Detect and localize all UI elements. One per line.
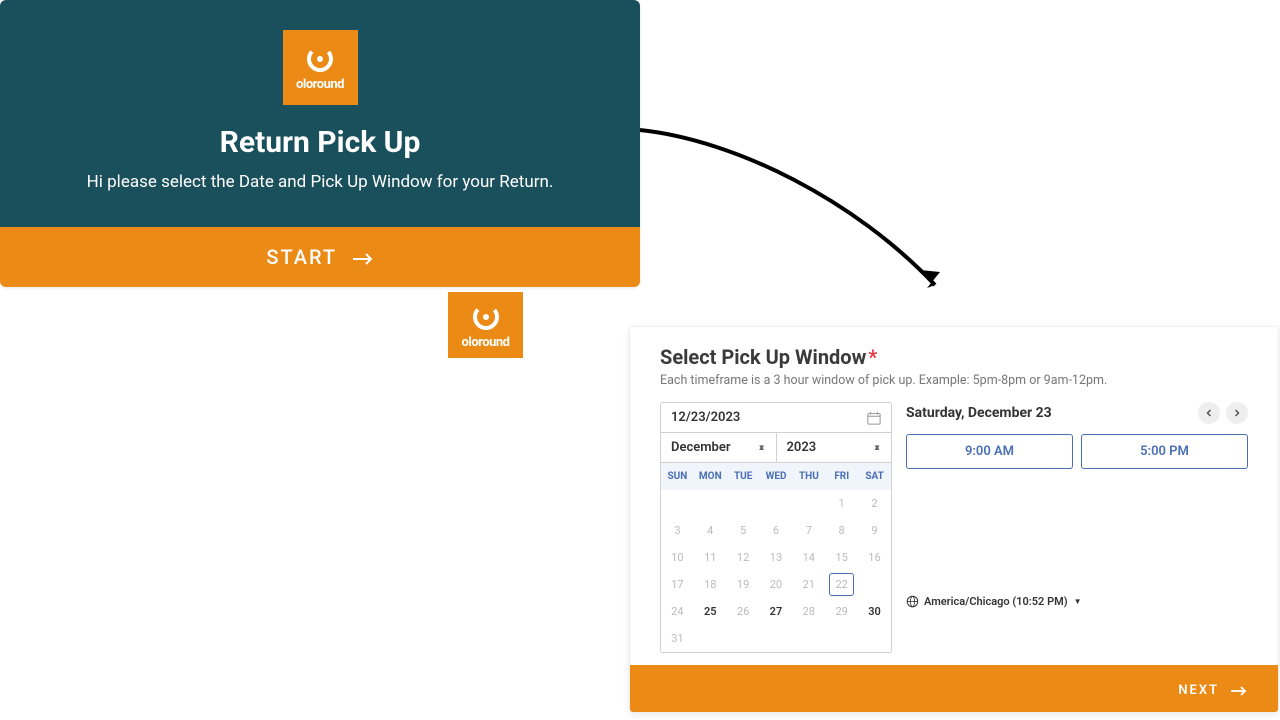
day-cell[interactable]: 12 (727, 544, 760, 571)
days-grid: 1234567891011121314151617181920212223242… (661, 490, 891, 652)
arrow-right-icon (1230, 685, 1248, 697)
day-cell[interactable]: 22 (825, 571, 858, 598)
month-year-row: December ▲▼ 2023 ▲▼ (661, 433, 891, 463)
start-label: START (266, 245, 336, 269)
dow-cell: WED (760, 463, 793, 490)
day-cell[interactable]: 10 (661, 544, 694, 571)
day-cell[interactable]: 28 (792, 598, 825, 625)
day-cell[interactable]: 25 (694, 598, 727, 625)
picker-title: Select Pick Up Window* (660, 345, 1248, 369)
day-cell[interactable]: 27 (760, 598, 793, 625)
caret-down-icon: ▼ (1074, 597, 1082, 606)
chevron-right-icon (1233, 409, 1241, 417)
calendar-icon (867, 411, 881, 425)
day-cell[interactable]: 20 (760, 571, 793, 598)
time-column: Saturday, December 23 9:00 AM5:00 PM (906, 402, 1248, 653)
picker-row: 12/23/2023 December ▲▼ 2023 (660, 402, 1248, 653)
date-value: 12/23/2023 (671, 410, 740, 425)
day-cell[interactable]: 7 (792, 517, 825, 544)
globe-icon (906, 595, 919, 608)
day-cell (825, 625, 858, 652)
day-cell[interactable]: 15 (825, 544, 858, 571)
day-cell (792, 625, 825, 652)
arrow-right-icon (352, 252, 374, 266)
selected-date-label: Saturday, December 23 (906, 405, 1052, 421)
day-cell[interactable]: 13 (760, 544, 793, 571)
month-select[interactable]: December ▲▼ (661, 433, 777, 462)
brand-logo-small: oloround (448, 292, 523, 358)
dow-cell: SAT (858, 463, 891, 490)
dow-cell: MON (694, 463, 727, 490)
day-cell[interactable]: 21 (792, 571, 825, 598)
year-select[interactable]: 2023 ▲▼ (777, 433, 892, 462)
day-of-week-header: SUNMONTUEWEDTHUFRISAT (661, 463, 891, 490)
intro-header: oloround Return Pick Up Hi please select… (0, 0, 640, 227)
intro-subtitle: Hi please select the Date and Pick Up Wi… (40, 172, 600, 192)
day-cell[interactable]: 18 (694, 571, 727, 598)
day-cell[interactable]: 30 (858, 598, 891, 625)
day-cell[interactable]: 23 (858, 571, 891, 598)
date-nav (1198, 402, 1248, 424)
chevron-left-icon (1205, 409, 1213, 417)
time-slot[interactable]: 5:00 PM (1081, 434, 1248, 469)
dow-cell: FRI (825, 463, 858, 490)
day-cell (727, 625, 760, 652)
calendar: 12/23/2023 December ▲▼ 2023 (660, 402, 892, 653)
intro-card: oloround Return Pick Up Hi please select… (0, 0, 640, 287)
day-cell[interactable]: 8 (825, 517, 858, 544)
day-cell[interactable]: 16 (858, 544, 891, 571)
oloround-icon (304, 43, 336, 75)
picker-body: Select Pick Up Window* Each timeframe is… (630, 327, 1278, 665)
day-cell[interactable]: 4 (694, 517, 727, 544)
day-cell[interactable]: 2 (858, 490, 891, 517)
day-cell[interactable]: 14 (792, 544, 825, 571)
day-cell[interactable]: 3 (661, 517, 694, 544)
dow-cell: SUN (661, 463, 694, 490)
day-cell (694, 490, 727, 517)
day-cell[interactable]: 31 (661, 625, 694, 652)
day-cell[interactable]: 17 (661, 571, 694, 598)
time-header: Saturday, December 23 (906, 402, 1248, 424)
dow-cell: THU (792, 463, 825, 490)
day-cell[interactable]: 1 (825, 490, 858, 517)
day-cell (727, 490, 760, 517)
day-cell (792, 490, 825, 517)
day-cell (858, 625, 891, 652)
day-cell (760, 490, 793, 517)
day-cell[interactable]: 26 (727, 598, 760, 625)
day-cell[interactable]: 19 (727, 571, 760, 598)
time-slot[interactable]: 9:00 AM (906, 434, 1073, 469)
day-cell[interactable]: 9 (858, 517, 891, 544)
day-cell[interactable]: 6 (760, 517, 793, 544)
next-day-button[interactable] (1226, 402, 1248, 424)
start-button[interactable]: START (0, 227, 640, 287)
date-input[interactable]: 12/23/2023 (661, 403, 891, 433)
time-slots: 9:00 AM5:00 PM (906, 434, 1248, 469)
brand-logo: oloround (283, 30, 358, 105)
oloround-icon (470, 301, 502, 333)
required-mark: * (868, 345, 877, 369)
day-cell (694, 625, 727, 652)
day-cell[interactable]: 11 (694, 544, 727, 571)
timezone-select[interactable]: America/Chicago (10:52 PM) ▼ (906, 595, 1248, 608)
flow-arrow-icon (635, 120, 955, 310)
picker-subtitle: Each timeframe is a 3 hour window of pic… (660, 373, 1248, 388)
next-label: NEXT (1178, 683, 1218, 698)
dow-cell: TUE (727, 463, 760, 490)
brand-name: oloround (296, 77, 344, 92)
brand-name: oloround (462, 335, 510, 350)
day-cell (661, 490, 694, 517)
prev-day-button[interactable] (1198, 402, 1220, 424)
picker-card: Select Pick Up Window* Each timeframe is… (629, 326, 1279, 713)
day-cell (760, 625, 793, 652)
day-cell[interactable]: 24 (661, 598, 694, 625)
day-cell[interactable]: 5 (727, 517, 760, 544)
timezone-label: America/Chicago (10:52 PM) (924, 595, 1068, 608)
next-bar: NEXT (630, 665, 1278, 712)
day-cell[interactable]: 29 (825, 598, 858, 625)
intro-title: Return Pick Up (40, 125, 600, 160)
next-button[interactable]: NEXT (1178, 683, 1248, 698)
